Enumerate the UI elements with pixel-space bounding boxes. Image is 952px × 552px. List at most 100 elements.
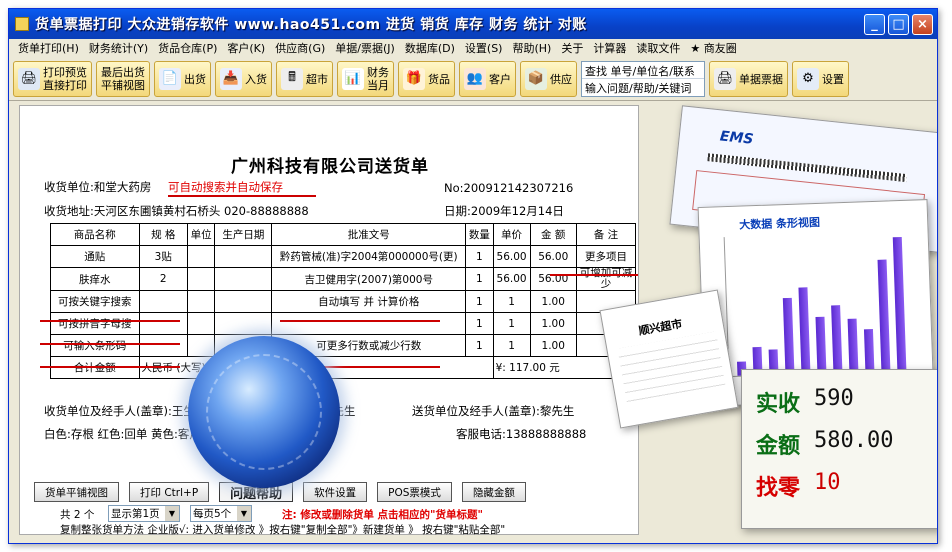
recv-hint: 可自动搜索并自动保存 [168, 180, 283, 194]
cell[interactable]: 可按拼音字母搜 [50, 312, 140, 335]
cell[interactable]: 56.00 [492, 267, 531, 291]
menu-item-calculator[interactable]: 计算器 [588, 40, 631, 56]
cell[interactable]: 可输入条形码 [50, 334, 140, 357]
cell[interactable]: 自动填写 并 计算价格 [271, 290, 467, 313]
menu-item-goods[interactable]: 货品仓库(P) [153, 40, 222, 56]
cell[interactable]: 1.00 [529, 290, 577, 313]
cell[interactable]: 黔药管械(准)字2004第000000号(更) [271, 245, 467, 268]
hint-underline [168, 195, 316, 197]
print-ctrl-p-button[interactable]: 打印 Ctrl+P [129, 482, 210, 502]
settings-button[interactable]: ⚙ 设置 [792, 60, 849, 97]
per-page-select[interactable]: 每页5个 ▼ [190, 505, 252, 522]
cell[interactable]: 1.00 [529, 334, 577, 357]
doc-date[interactable]: 日期:2009年12月14日 [444, 203, 564, 219]
menu-item-friends[interactable]: ★ 商友圈 [685, 40, 741, 56]
menu-item-about[interactable]: 关于 [556, 40, 588, 56]
print-button[interactable]: 🖨 打印预览 直接打印 [13, 60, 92, 97]
flat-view-button[interactable]: 货单平铺视图 [34, 482, 119, 502]
table-row[interactable]: 肤痒水 2 吉卫健用字(2007)第000号 1 56.00 56.00 可增加… [50, 267, 637, 291]
direct-print-label[interactable]: 直接打印 [43, 79, 87, 92]
search-box[interactable]: 查找 单号/单位名/联系 输入问题/帮助/关键词 [581, 60, 705, 97]
maximize-button[interactable]: □ [888, 13, 909, 35]
table-row[interactable]: 通贴 3贴 黔药管械(准)字2004第000000号(更) 1 56.00 56… [50, 245, 637, 268]
search-input-order[interactable]: 查找 单号/单位名/联系 [582, 62, 704, 79]
cell[interactable]: 吉卫健用字(2007)第000号 [271, 267, 467, 291]
supplier-button[interactable]: 📦 供应 [520, 60, 577, 97]
pos-mode-button[interactable]: POS票模式 [377, 482, 452, 502]
cell[interactable] [214, 245, 273, 268]
supermarket-button[interactable]: 🖩 超市 [276, 60, 333, 97]
cell[interactable]: 1 [465, 312, 494, 335]
cell[interactable]: 1 [492, 334, 531, 357]
cell[interactable]: 通贴 [50, 245, 140, 268]
cell[interactable]: 1 [465, 267, 494, 291]
cell[interactable]: 肤痒水 [50, 267, 140, 291]
supplier-icon: 📦 [525, 67, 547, 90]
cell[interactable] [186, 245, 216, 268]
recv-address[interactable]: 收货地址:天河区东圃镇黄村石桥头 020-88888888 [44, 203, 309, 219]
minimize-button[interactable]: _ [864, 13, 885, 35]
this-month-label: 当月 [367, 78, 389, 92]
cell[interactable] [186, 334, 216, 357]
receipt-printer-icon: 🖨 [714, 67, 736, 90]
cell[interactable] [138, 334, 188, 357]
search-input-help[interactable]: 输入问题/帮助/关键词 [582, 79, 704, 96]
cell[interactable]: 1.00 [529, 312, 577, 335]
in-button[interactable]: 📥 入货 [215, 60, 272, 97]
cell[interactable]: 56.00 [492, 245, 531, 268]
table-row[interactable]: 可输入条形码 可更多行数或减少行数 1 1 1.00 [50, 334, 637, 357]
menu-item-receipts[interactable]: 单据/票据(J) [330, 40, 400, 56]
hide-amount-button[interactable]: 隐藏金额 [461, 482, 526, 502]
cell[interactable]: 1 [465, 245, 494, 268]
close-button[interactable]: × [912, 13, 933, 35]
cell[interactable]: 3贴 [138, 245, 188, 268]
out-label: 出货 [184, 72, 206, 86]
menu-item-read-file[interactable]: 读取文件 [631, 40, 685, 56]
doc-title[interactable]: 广州科技有限公司送货单 [20, 152, 640, 177]
cell[interactable]: 1 [465, 290, 494, 313]
table-row[interactable]: 可按拼音字母搜 1 1 1.00 [50, 312, 637, 335]
menu-item-settings[interactable]: 设置(S) [460, 40, 508, 56]
recv-unit[interactable]: 收货单位:和堂大药房 [44, 179, 151, 195]
bar-chart-icon: 📊 [342, 67, 364, 90]
cell[interactable]: 56.00 [529, 245, 577, 268]
receipt-button[interactable]: 🖨 单据票据 [709, 60, 788, 97]
cell[interactable]: 56.00 [529, 267, 577, 291]
pay-value: 590 [814, 386, 854, 411]
cell[interactable] [138, 290, 188, 313]
sign-sender[interactable]: 送货单位及经手人(盖章):黎先生 [412, 403, 574, 419]
cell[interactable]: 1 [492, 312, 531, 335]
cell[interactable]: 可按关键字搜索 [50, 290, 140, 313]
menu-item-supplier[interactable]: 供应商(G) [270, 40, 330, 56]
cell[interactable] [214, 312, 273, 335]
cell[interactable] [186, 312, 216, 335]
menu-item-finance[interactable]: 财务统计(Y) [84, 40, 153, 56]
cell[interactable] [186, 267, 216, 291]
sign-receiver[interactable]: 收货单位及经手人(盖章):王生 [44, 403, 195, 419]
chart-bar [782, 297, 795, 375]
cell[interactable] [186, 290, 216, 313]
last-out-button[interactable]: 最后出货 平铺视图 [96, 60, 150, 97]
cell[interactable] [214, 267, 273, 291]
cell[interactable]: 1 [465, 334, 494, 357]
out-button[interactable]: 📄 出货 [154, 60, 211, 97]
cell[interactable]: 1 [492, 290, 531, 313]
software-settings-button[interactable]: 软件设置 [303, 482, 368, 502]
table-row[interactable]: 可按关键字搜索 自动填写 并 计算价格 1 1 1.00 [50, 290, 637, 313]
customer-button[interactable]: 👥 客户 [459, 60, 516, 97]
menu-item-print[interactable]: 货单打印(H) [13, 40, 84, 56]
menu-item-help[interactable]: 帮助(H) [507, 40, 556, 56]
cell[interactable] [138, 312, 188, 335]
cell[interactable] [214, 290, 273, 313]
chart-bar [831, 305, 843, 373]
print-preview-label[interactable]: 打印预览 [43, 66, 87, 79]
cell[interactable]: 2 [138, 267, 188, 291]
goods-button[interactable]: 🎁 货品 [398, 60, 455, 97]
change-label: 找零 [756, 476, 801, 501]
finance-button[interactable]: 📊 财务 当月 [337, 60, 394, 97]
menu-item-customer[interactable]: 客户(K) [222, 40, 270, 56]
cell[interactable] [271, 312, 467, 335]
page-select[interactable]: 显示第1页 ▼ [108, 505, 180, 522]
table-header-row: 商品名称 规 格 单位 生产日期 批准文号 数量 单价 金 额 备 注 [50, 223, 637, 246]
menu-item-database[interactable]: 数据库(D) [400, 40, 460, 56]
